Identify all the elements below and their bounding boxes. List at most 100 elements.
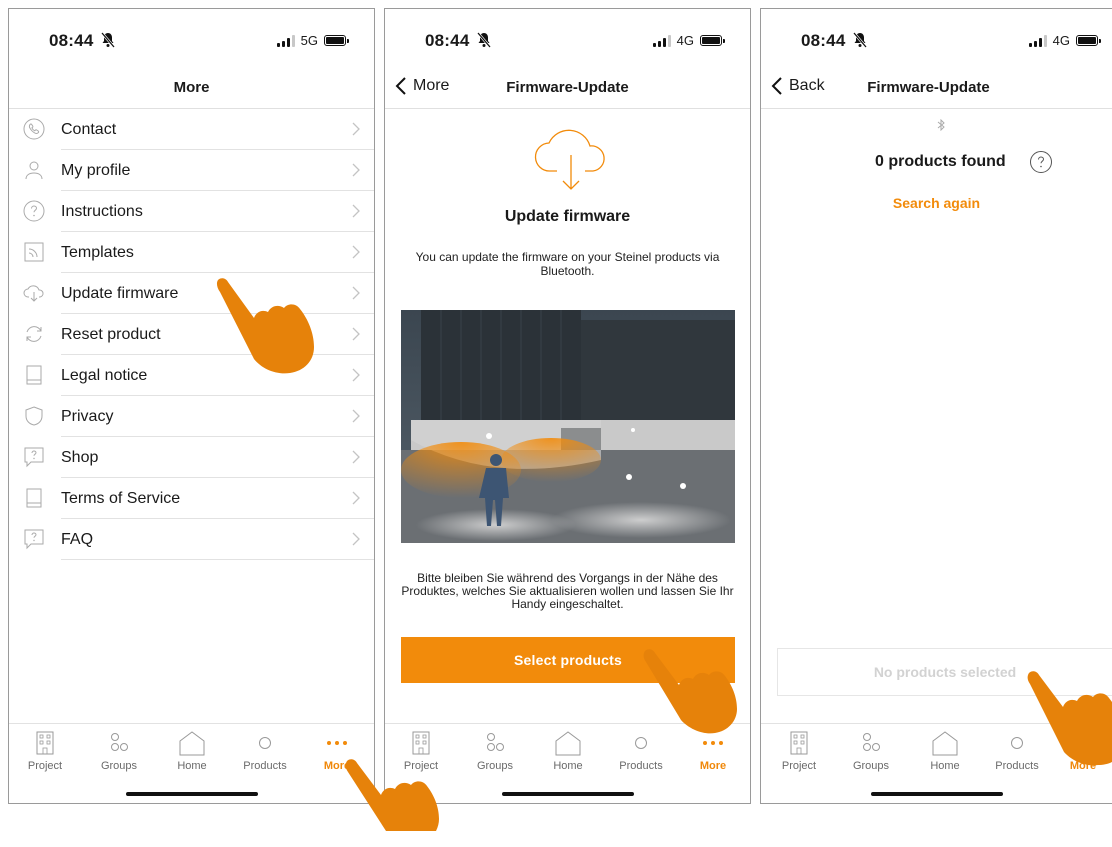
menu-item-update-firmware[interactable]: Update firmware (9, 273, 374, 314)
chevron-right-icon (352, 245, 360, 259)
tab-groups[interactable]: Groups (841, 728, 901, 772)
menu-item-contact[interactable]: Contact (9, 109, 374, 150)
screen-product-search: 08:44 4G Back Firmware-Update 0 products… (760, 8, 1112, 804)
menu-item-label: My profile (61, 161, 131, 179)
tab-more[interactable]: More (683, 728, 743, 772)
product-illustration (401, 310, 735, 543)
battery-icon (1076, 35, 1101, 46)
tab-more[interactable]: More (1055, 728, 1111, 772)
tab-label: Project (781, 760, 817, 772)
search-again-link[interactable]: Search again (761, 195, 1112, 211)
tab-groups[interactable]: Groups (465, 728, 525, 772)
chevron-right-icon (352, 204, 360, 218)
nav-bar: Back Firmware-Update (761, 71, 1112, 109)
tab-home[interactable]: Home (915, 728, 975, 772)
status-time: 08:44 (801, 31, 846, 50)
chat-question-icon (24, 447, 44, 468)
network-type: 5G (300, 33, 318, 48)
home-indicator (870, 792, 1003, 796)
network-type: 4G (1052, 33, 1070, 48)
help-icon[interactable] (1029, 150, 1053, 174)
menu-item-label: Contact (61, 120, 117, 138)
phone-icon (23, 118, 45, 140)
tab-products[interactable]: Products (611, 728, 671, 772)
select-products-button[interactable]: Select products (401, 637, 735, 683)
tab-label: More (699, 760, 727, 772)
description-text: You can update the firmware on your Stei… (415, 250, 720, 278)
menu-item-instructions[interactable]: Instructions (9, 191, 374, 232)
menu-item-legal-notice[interactable]: Legal notice (9, 355, 374, 396)
chevron-right-icon (352, 122, 360, 136)
bell-muted-icon (101, 32, 115, 48)
chevron-right-icon (352, 450, 360, 464)
menu-item-label: Shop (61, 448, 99, 466)
tab-label: Home (930, 760, 960, 772)
tab-label: Groups (852, 760, 890, 772)
section-heading: Update firmware (504, 208, 631, 225)
chat-question-icon (24, 529, 44, 550)
menu-item-faq[interactable]: FAQ (9, 519, 374, 560)
menu-item-label: Update firmware (61, 284, 179, 302)
book-icon (26, 488, 42, 508)
groups-icon (487, 733, 504, 751)
tab-label: Home (177, 760, 207, 772)
battery-icon (324, 35, 349, 46)
products-found-count: 0 products found (875, 153, 1006, 170)
menu-item-label: Privacy (61, 407, 114, 425)
tab-groups[interactable]: Groups (89, 728, 149, 772)
network-status: 4G (1028, 33, 1101, 48)
more-menu: Contact My profile Instructions Template… (9, 109, 374, 560)
tab-label: Products (619, 760, 663, 772)
building-icon (790, 731, 808, 755)
groups-icon (111, 733, 128, 751)
shield-icon (25, 406, 43, 426)
tab-label: Products (243, 760, 287, 772)
building-icon (412, 731, 430, 755)
tab-label: More (323, 760, 351, 772)
more-icon (327, 741, 347, 745)
status-time: 08:44 (425, 31, 470, 50)
menu-item-terms-of-service[interactable]: Terms of Service (9, 478, 374, 519)
more-icon (1073, 741, 1093, 745)
groups-icon (863, 733, 880, 751)
tab-bar: Project Groups Home Products More (761, 723, 1112, 803)
menu-item-templates[interactable]: Templates (9, 232, 374, 273)
menu-item-reset-product[interactable]: Reset product (9, 314, 374, 355)
bluetooth-icon (937, 119, 945, 131)
building-icon (36, 731, 54, 755)
page-title: More (173, 79, 210, 96)
status-time: 08:44 (49, 31, 94, 50)
instruction-note: Bitte bleiben Sie während des Vorgangs i… (401, 571, 734, 611)
tab-project[interactable]: Project (15, 728, 75, 772)
home-icon (932, 731, 958, 756)
no-products-selected-button[interactable]: No products selected (777, 648, 1112, 696)
menu-item-label: FAQ (61, 530, 94, 548)
tab-home[interactable]: Home (538, 728, 598, 772)
tab-more[interactable]: More (307, 728, 367, 772)
status-bar: 08:44 5G (9, 9, 374, 71)
tab-project[interactable]: Project (769, 728, 829, 772)
tab-bar: Project Groups Home Products More (9, 723, 374, 803)
tab-project[interactable]: Project (391, 728, 451, 772)
nav-bar: More Firmware-Update (385, 71, 750, 109)
chevron-right-icon (352, 532, 360, 546)
cloud-icon (23, 285, 44, 302)
chevron-right-icon (352, 286, 360, 300)
network-status: 4G (652, 33, 725, 48)
signal-icon (1028, 34, 1047, 47)
menu-item-shop[interactable]: Shop (9, 437, 374, 478)
tab-bar: Project Groups Home Products More (385, 723, 750, 803)
chevron-right-icon (352, 491, 360, 505)
tab-products[interactable]: Products (987, 728, 1047, 772)
status-bar: 08:44 4G (761, 9, 1112, 71)
tab-products[interactable]: Products (235, 728, 295, 772)
battery-icon (700, 35, 725, 46)
menu-item-my-profile[interactable]: My profile (9, 150, 374, 191)
cloud-download-icon (534, 129, 605, 190)
more-icon (703, 741, 723, 745)
page-title: Firmware-Update (506, 79, 629, 96)
tab-home[interactable]: Home (162, 728, 222, 772)
page-title: Firmware-Update (867, 79, 990, 96)
menu-item-privacy[interactable]: Privacy (9, 396, 374, 437)
status-bar: 08:44 4G (385, 9, 750, 71)
